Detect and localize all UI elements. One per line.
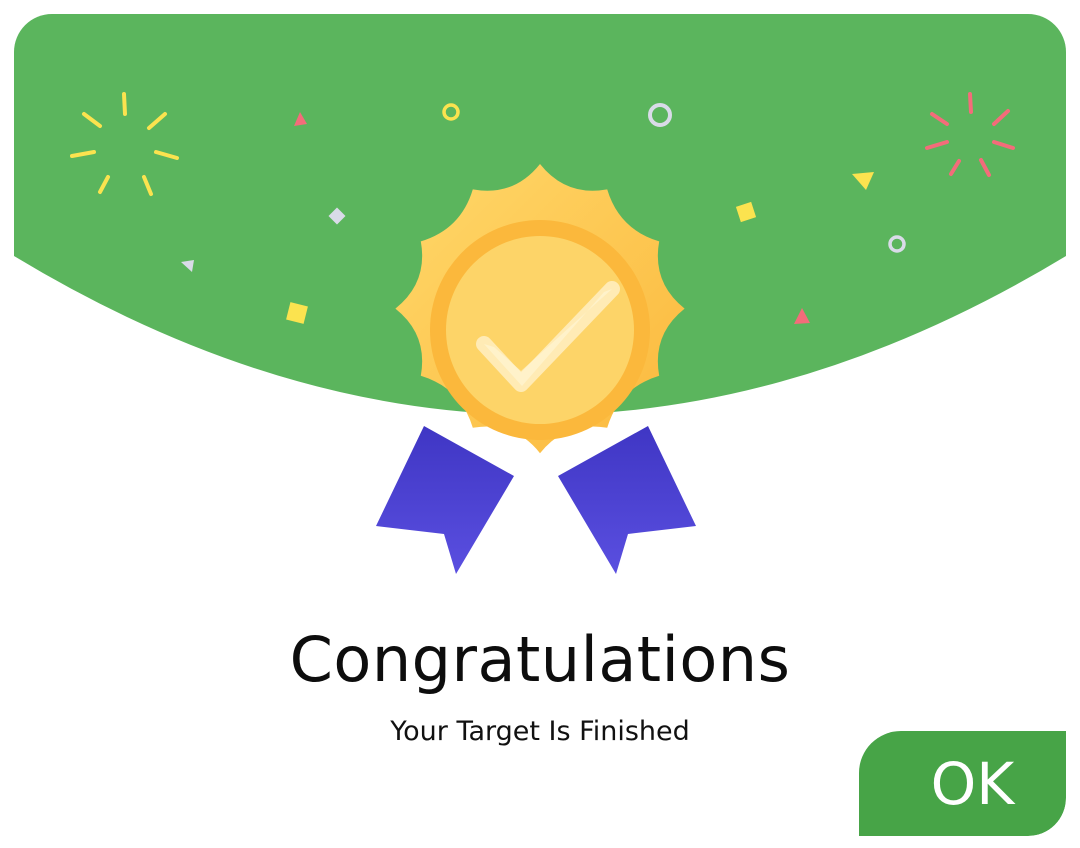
- ribbon-right-icon: [558, 426, 696, 574]
- ribbon-left-icon: [376, 426, 514, 574]
- congratulations-dialog: Congratulations Your Target Is Finished …: [14, 14, 1066, 836]
- dialog-title: Congratulations: [289, 623, 791, 696]
- ok-button[interactable]: OK: [859, 731, 1066, 836]
- header-illustration: [14, 14, 1066, 574]
- ok-button-label: OK: [930, 749, 1015, 818]
